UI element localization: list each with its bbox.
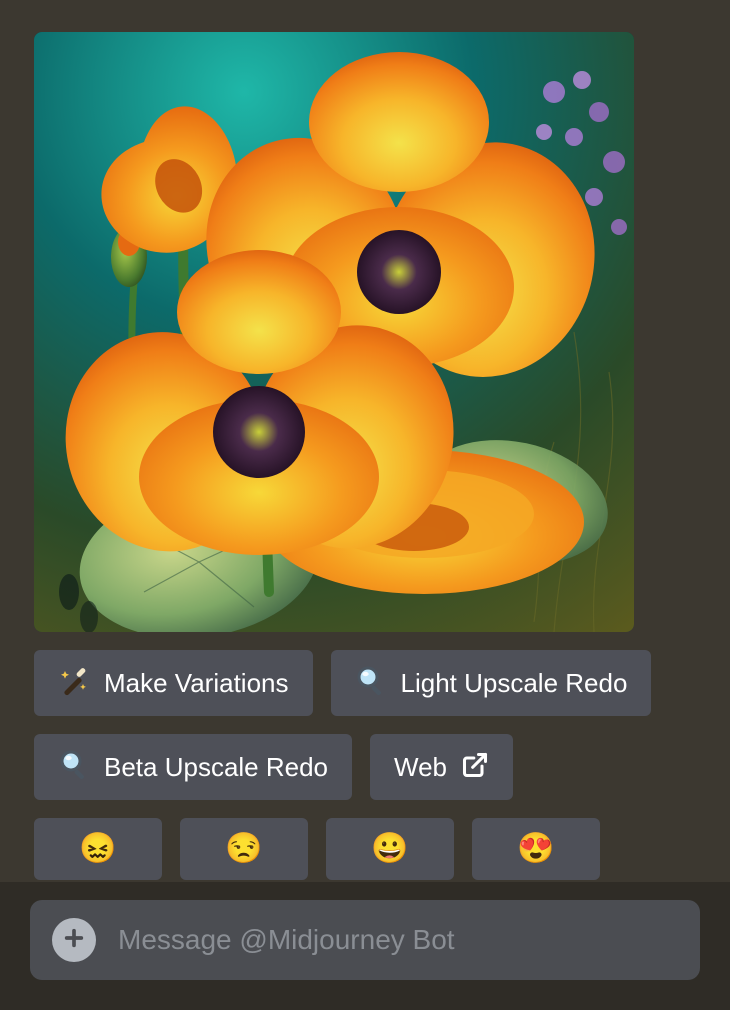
message-area: Make Variations Light Upscale Redo [0, 0, 730, 880]
grinning-emoji-icon: 😀 [371, 834, 408, 864]
reaction-grinning[interactable]: 😀 [326, 818, 454, 880]
unamused-emoji-icon: 😒 [225, 834, 262, 864]
confounded-emoji-icon: 😖 [79, 834, 116, 864]
magnifier-icon [58, 748, 90, 786]
composer [30, 900, 700, 980]
make-variations-label: Make Variations [104, 670, 289, 696]
wand-icon [58, 664, 90, 702]
light-upscale-button[interactable]: Light Upscale Redo [331, 650, 652, 716]
composer-area [0, 882, 730, 1010]
external-link-icon [461, 751, 489, 783]
heart-eyes-emoji-icon: 😍 [517, 834, 554, 864]
reaction-heart-eyes[interactable]: 😍 [472, 818, 600, 880]
make-variations-button[interactable]: Make Variations [34, 650, 313, 716]
reaction-unamused[interactable]: 😒 [180, 818, 308, 880]
web-label: Web [394, 754, 447, 780]
beta-upscale-label: Beta Upscale Redo [104, 754, 328, 780]
reaction-row: 😖 😒 😀 😍 [34, 818, 696, 880]
action-row-1: Make Variations Light Upscale Redo [34, 650, 696, 716]
message-input[interactable] [118, 924, 678, 956]
beta-upscale-button[interactable]: Beta Upscale Redo [34, 734, 352, 800]
magnifier-icon [355, 664, 387, 702]
attach-button[interactable] [52, 918, 96, 962]
web-button[interactable]: Web [370, 734, 513, 800]
plus-icon [63, 927, 85, 953]
light-upscale-label: Light Upscale Redo [401, 670, 628, 696]
reaction-confounded[interactable]: 😖 [34, 818, 162, 880]
action-row-2: Beta Upscale Redo Web [34, 734, 696, 800]
generated-image[interactable] [34, 32, 634, 632]
